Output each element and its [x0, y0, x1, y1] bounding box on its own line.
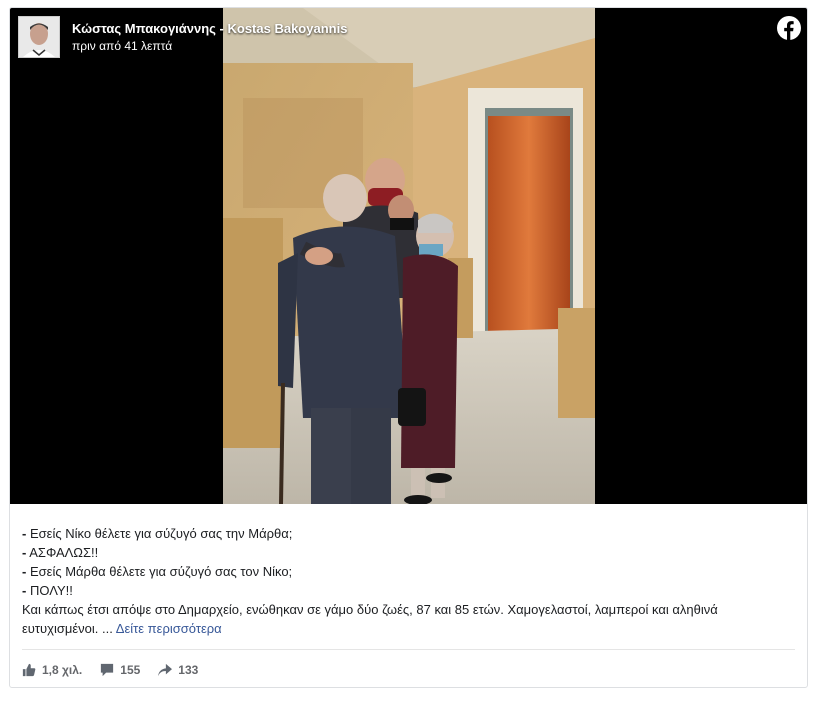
post-text-line: - Εσείς Νίκο θέλετε για σύζυγό σας την Μ…: [22, 526, 293, 541]
comment-stat[interactable]: 155: [100, 663, 140, 677]
share-stat[interactable]: 133: [158, 663, 198, 677]
post-text: - Εσείς Νίκο θέλετε για σύζυγό σας την Μ…: [22, 524, 794, 638]
post-paragraph: Και κάπως έτσι απόψε στο Δημαρχείο, ενώθ…: [22, 602, 718, 636]
post-timestamp[interactable]: πριν από 41 λεπτά: [72, 39, 172, 53]
post-photo[interactable]: [223, 8, 595, 504]
see-more-link[interactable]: Δείτε περισσότερα: [116, 621, 222, 636]
facebook-icon[interactable]: [777, 16, 801, 40]
post-text-line: - ΑΣΦΑΛΩΣ!!: [22, 545, 99, 560]
post-media[interactable]: Κώστας Μπακογιάννης - Kostas Bakoyannis …: [10, 8, 807, 504]
avatar[interactable]: [18, 16, 60, 58]
post-footer: 1,8 χιλ. 155 133: [22, 659, 198, 681]
author-name[interactable]: Κώστας Μπακογιάννης - Kostas Bakoyannis: [72, 21, 347, 36]
share-count: 133: [178, 663, 199, 677]
comment-count: 155: [120, 663, 141, 677]
post-text-line: - Εσείς Μάρθα θέλετε για σύζυγό σας τον …: [22, 564, 293, 579]
facebook-post-card: Κώστας Μπακογιάννης - Kostas Bakoyannis …: [9, 7, 808, 688]
like-count: 1,8 χιλ.: [42, 663, 83, 677]
thumbs-up-icon: [22, 663, 36, 677]
divider: [22, 649, 795, 650]
like-stat[interactable]: 1,8 χιλ.: [22, 663, 82, 677]
comment-bubble-icon: [100, 663, 114, 677]
share-arrow-icon: [158, 663, 173, 677]
post-text-line: - ΠΟΛΥ!!: [22, 583, 73, 598]
